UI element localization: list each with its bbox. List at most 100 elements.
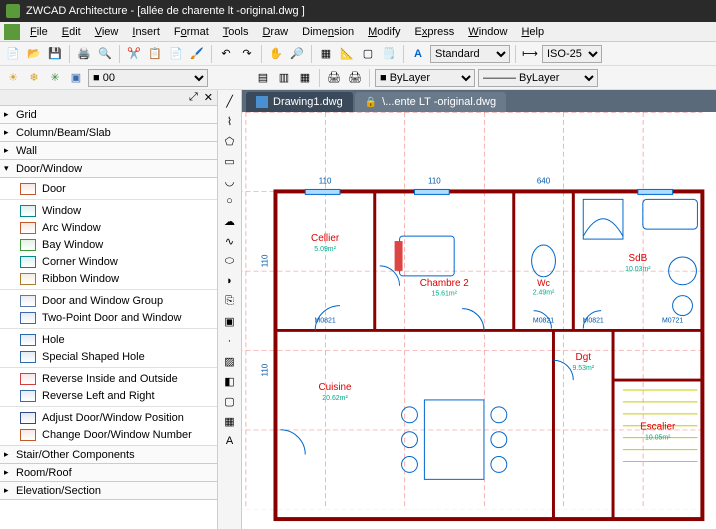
menu-tools[interactable]: Tools [217,24,255,40]
menu-window[interactable]: Window [462,24,513,40]
svg-text:9.53m²: 9.53m² [572,365,594,372]
redo-icon[interactable]: ↷ [238,45,256,63]
block-make-icon[interactable]: ▣ [221,312,239,330]
group-wall[interactable]: ▸Wall [0,142,217,160]
pan-icon[interactable]: ✋ [267,45,285,63]
menu-format[interactable]: Format [168,24,215,40]
layers-icon[interactable]: ▦ [317,45,335,63]
layer-icon-4[interactable]: ▣ [67,69,85,87]
circle-icon[interactable]: ○ [221,192,239,210]
vertical-toolbar: ╱ ⌇ ⬠ ▭ ◡ ○ ☁ ∿ ⬭ ◗ ⎘ ▣ · ▨ ◧ ▢ ▦ A [218,90,242,529]
polygon-icon[interactable]: ⬠ [221,132,239,150]
text-style-select[interactable]: Standard [430,45,510,63]
mtext-icon[interactable]: A [221,432,239,450]
panel-header: ⤢ ✕ [0,90,217,106]
tab-drawing1[interactable]: Drawing1.dwg [246,92,353,112]
preview-icon[interactable]: 🔍 [96,45,114,63]
region-icon[interactable]: ▢ [221,392,239,410]
item-icon [20,412,36,424]
table-icon[interactable]: ▦ [221,412,239,430]
hatch-icon[interactable]: ▨ [221,352,239,370]
color-bylayer-select[interactable]: ■ ByLayer [375,69,475,87]
item-hole[interactable]: Hole [0,331,217,348]
pin-icon[interactable]: ⤢ [189,91,198,104]
menu-insert[interactable]: Insert [126,24,166,40]
drawing-canvas[interactable]: Cellier 5.09m² Chambre 2 15.61m² Wc 2.49… [242,112,716,529]
dim-style-select[interactable]: ISO-25 [542,45,602,63]
paste-icon[interactable]: 📄 [167,45,185,63]
item-special-shaped-hole[interactable]: Special Shaped Hole [0,348,217,365]
insert-icon[interactable]: ⎘ [221,292,239,310]
layer-icon-2[interactable]: ❄ [25,69,43,87]
layer-icon-1[interactable]: ☀ [4,69,22,87]
app-menu-icon[interactable] [4,24,20,40]
group-room-roof[interactable]: ▸Room/Roof [0,464,217,482]
polyline-icon[interactable]: ⌇ [221,112,239,130]
print-btn-a[interactable]: 🖨 [325,69,343,87]
group-door-window[interactable]: ▾Door/Window [0,160,217,178]
svg-text:110: 110 [261,254,270,267]
svg-text:M0821: M0821 [583,317,604,324]
print-icon[interactable]: 🖨️ [75,45,93,63]
item-door[interactable]: Door [0,180,217,197]
item-window[interactable]: Window [0,202,217,219]
layer-select[interactable]: ■ 00 [88,69,208,87]
item-adjust-door-window-position[interactable]: Adjust Door/Window Position [0,409,217,426]
match-icon[interactable]: 🖌️ [188,45,206,63]
spline-icon[interactable]: ∿ [221,232,239,250]
menu-help[interactable]: Help [515,24,550,40]
item-reverse-left-and-right[interactable]: Reverse Left and Right [0,387,217,404]
point-icon[interactable]: · [221,332,239,350]
menu-draw[interactable]: Draw [256,24,294,40]
group-column-beam-slab[interactable]: ▸Column/Beam/Slab [0,124,217,142]
item-change-door-window-number[interactable]: Change Door/Window Number [0,426,217,443]
zoom-icon[interactable]: 🔎 [288,45,306,63]
layer-icon-3[interactable]: ✳ [46,69,64,87]
linetype-select[interactable]: ——— ByLayer [478,69,598,87]
group-grid[interactable]: ▸Grid [0,106,217,124]
app-logo-icon [6,4,20,18]
app-title: ZWCAD Architecture - [allée de charente … [26,5,305,17]
gradient-icon[interactable]: ◧ [221,372,239,390]
menu-edit[interactable]: Edit [56,24,87,40]
cut-icon[interactable]: ✂️ [125,45,143,63]
revcloud-icon[interactable]: ☁ [221,212,239,230]
props-icon[interactable]: 📐 [338,45,356,63]
rect-icon[interactable]: ▭ [221,152,239,170]
ellipsearc-icon[interactable]: ◗ [221,272,239,290]
save-icon[interactable]: 💾 [46,45,64,63]
arc-icon[interactable]: ◡ [221,172,239,190]
group-stair-other-components[interactable]: ▸Stair/Other Components [0,446,217,464]
item-door-and-window-group[interactable]: Door and Window Group [0,292,217,309]
block-icon[interactable]: ▢ [359,45,377,63]
item-two-point-door-and-window[interactable]: Two-Point Door and Window [0,309,217,326]
dim-style-icon[interactable]: ⟼ [521,45,539,63]
open-icon[interactable]: 📂 [25,45,43,63]
print-btn-b[interactable]: 🖨 [346,69,364,87]
group-elevation-section[interactable]: ▸Elevation/Section [0,482,217,500]
svg-text:Cellier: Cellier [311,233,340,244]
new-icon[interactable]: 📄 [4,45,22,63]
svg-text:Escalier: Escalier [640,422,676,433]
item-corner-window[interactable]: Corner Window [0,253,217,270]
calc-icon[interactable]: 🗒️ [380,45,398,63]
menu-dimension[interactable]: Dimension [296,24,360,40]
line-icon[interactable]: ╱ [221,92,239,110]
undo-icon[interactable]: ↶ [217,45,235,63]
layer-btn-b[interactable]: ▥ [275,69,293,87]
close-panel-icon[interactable]: ✕ [204,91,213,104]
item-bay-window[interactable]: Bay Window [0,236,217,253]
menu-file[interactable]: File [24,24,54,40]
tab-original[interactable]: 🔒 \...ente LT -original.dwg [355,92,506,112]
menu-express[interactable]: Express [409,24,461,40]
copy-icon[interactable]: 📋 [146,45,164,63]
text-style-icon[interactable]: A [409,45,427,63]
menu-view[interactable]: View [89,24,125,40]
layer-btn-a[interactable]: ▤ [254,69,272,87]
ellipse-icon[interactable]: ⬭ [221,252,239,270]
menu-modify[interactable]: Modify [362,24,406,40]
item-ribbon-window[interactable]: Ribbon Window [0,270,217,287]
layer-btn-c[interactable]: ▦ [296,69,314,87]
item-reverse-inside-and-outside[interactable]: Reverse Inside and Outside [0,370,217,387]
item-arc-window[interactable]: Arc Window [0,219,217,236]
